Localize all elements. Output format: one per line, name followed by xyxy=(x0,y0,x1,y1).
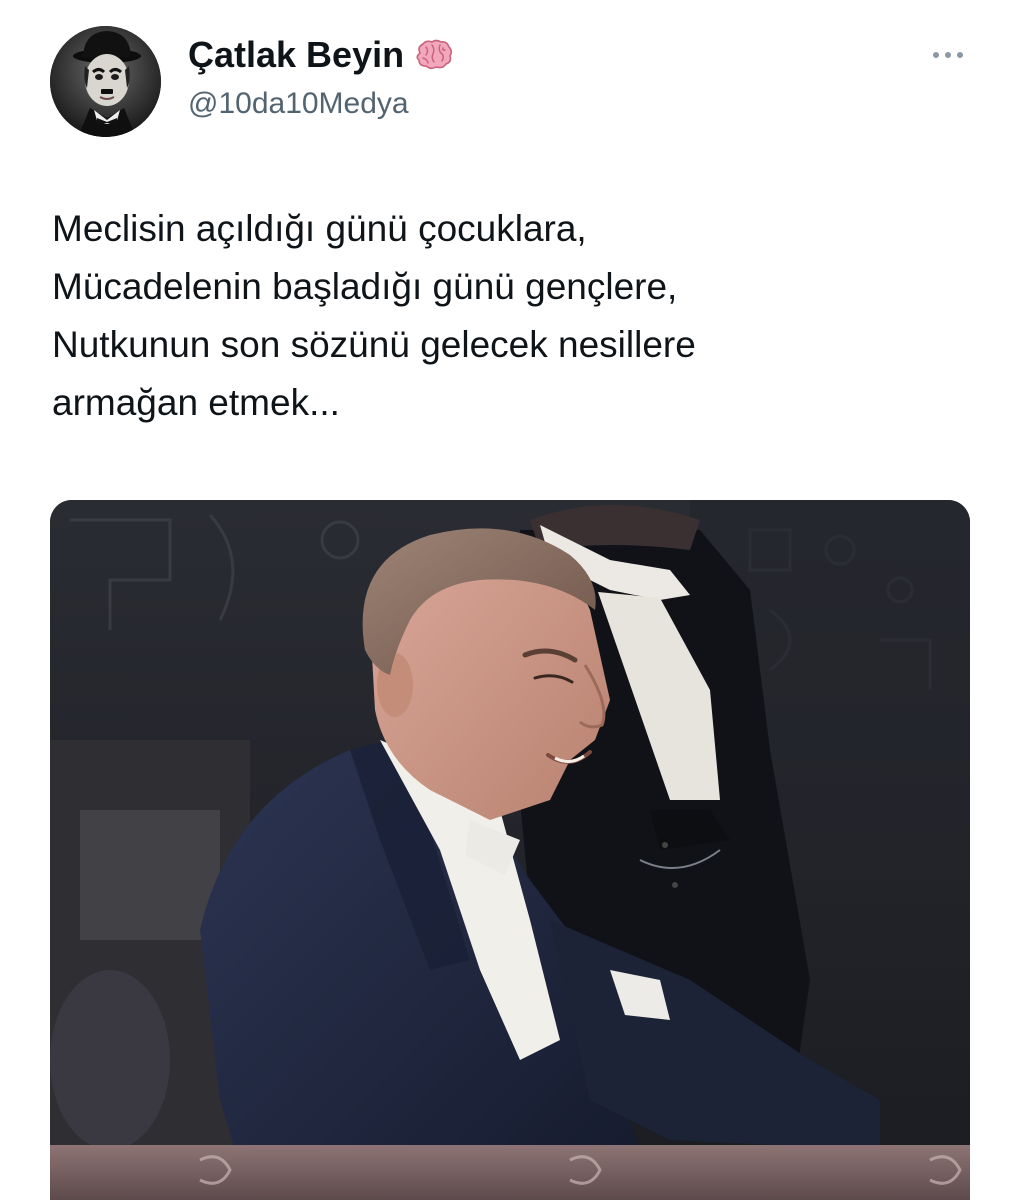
author-handle[interactable]: @10da10Medya xyxy=(188,84,409,124)
more-horizontal-icon[interactable] xyxy=(928,42,968,68)
tweet-card: Çatlak Beyin @10da10Medya Meclisin açıld… xyxy=(0,0,1019,1200)
tweet-media-photo[interactable] xyxy=(50,500,970,1200)
author-display-name[interactable]: Çatlak Beyin xyxy=(188,33,404,77)
tweet-text-line: armağan etmek... xyxy=(52,382,340,423)
brain-icon xyxy=(414,39,454,71)
photo-illustration xyxy=(50,500,970,1200)
author-avatar[interactable] xyxy=(50,26,161,137)
tweet-text: Meclisin açıldığı günü çocuklara, Mücade… xyxy=(52,200,952,432)
tweet-text-line: Meclisin açıldığı günü çocuklara, xyxy=(52,208,587,249)
tweet-text-line: Mücadelenin başladığı günü gençlere, xyxy=(52,266,678,307)
avatar-photo xyxy=(50,26,161,137)
tweet-text-line: Nutkunun son sözünü gelecek nesillere xyxy=(52,324,696,365)
author-name-row: Çatlak Beyin xyxy=(188,33,454,77)
